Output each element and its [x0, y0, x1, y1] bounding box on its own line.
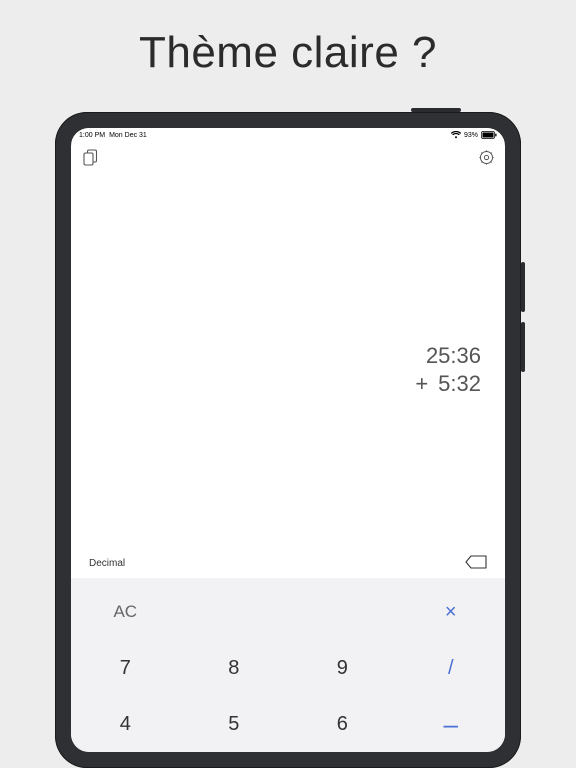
key-9[interactable]: 9 — [288, 640, 397, 696]
app-toolbar — [71, 142, 505, 172]
status-bar: 1:00 PM Mon Dec 31 93% — [71, 128, 505, 142]
wifi-icon — [451, 131, 461, 139]
keypad: AC × 7 8 9 / 4 5 6 – — [71, 578, 505, 752]
page-title: Thème claire ? — [0, 0, 576, 78]
key-empty — [180, 584, 289, 640]
battery-icon — [481, 131, 497, 139]
key-5[interactable]: 5 — [180, 696, 289, 752]
calc-op: + — [415, 371, 428, 396]
calc-lines: 25:36 +5:32 — [415, 342, 481, 397]
key-empty2 — [288, 584, 397, 640]
status-battery-pct: 93% — [464, 132, 478, 139]
device-frame: 1:00 PM Mon Dec 31 93% — [55, 112, 521, 768]
mode-row: Decimal — [71, 552, 505, 578]
key-4[interactable]: 4 — [71, 696, 180, 752]
calc-line-1: +5:32 — [415, 370, 481, 398]
calc-display: 25:36 +5:32 — [71, 172, 505, 552]
device-volume-up — [521, 262, 525, 312]
status-date: Mon Dec 31 — [109, 132, 147, 139]
key-8[interactable]: 8 — [180, 640, 289, 696]
mode-label[interactable]: Decimal — [89, 558, 125, 569]
calc-line-0: 25:36 — [415, 342, 481, 370]
status-time: 1:00 PM — [79, 132, 105, 139]
key-ac[interactable]: AC — [71, 584, 180, 640]
key-7[interactable]: 7 — [71, 640, 180, 696]
key-multiply[interactable]: × — [397, 584, 506, 640]
key-divide[interactable]: / — [397, 640, 506, 696]
copy-icon[interactable] — [81, 148, 99, 166]
screen: 1:00 PM Mon Dec 31 93% — [71, 128, 505, 752]
settings-icon[interactable] — [477, 148, 495, 166]
key-minus[interactable]: – — [397, 696, 506, 752]
key-6[interactable]: 6 — [288, 696, 397, 752]
device-power-button — [411, 108, 461, 112]
device-volume-down — [521, 322, 525, 372]
calc-value: 25:36 — [426, 343, 481, 368]
backspace-icon[interactable] — [465, 555, 487, 572]
calc-value: 5:32 — [438, 371, 481, 396]
